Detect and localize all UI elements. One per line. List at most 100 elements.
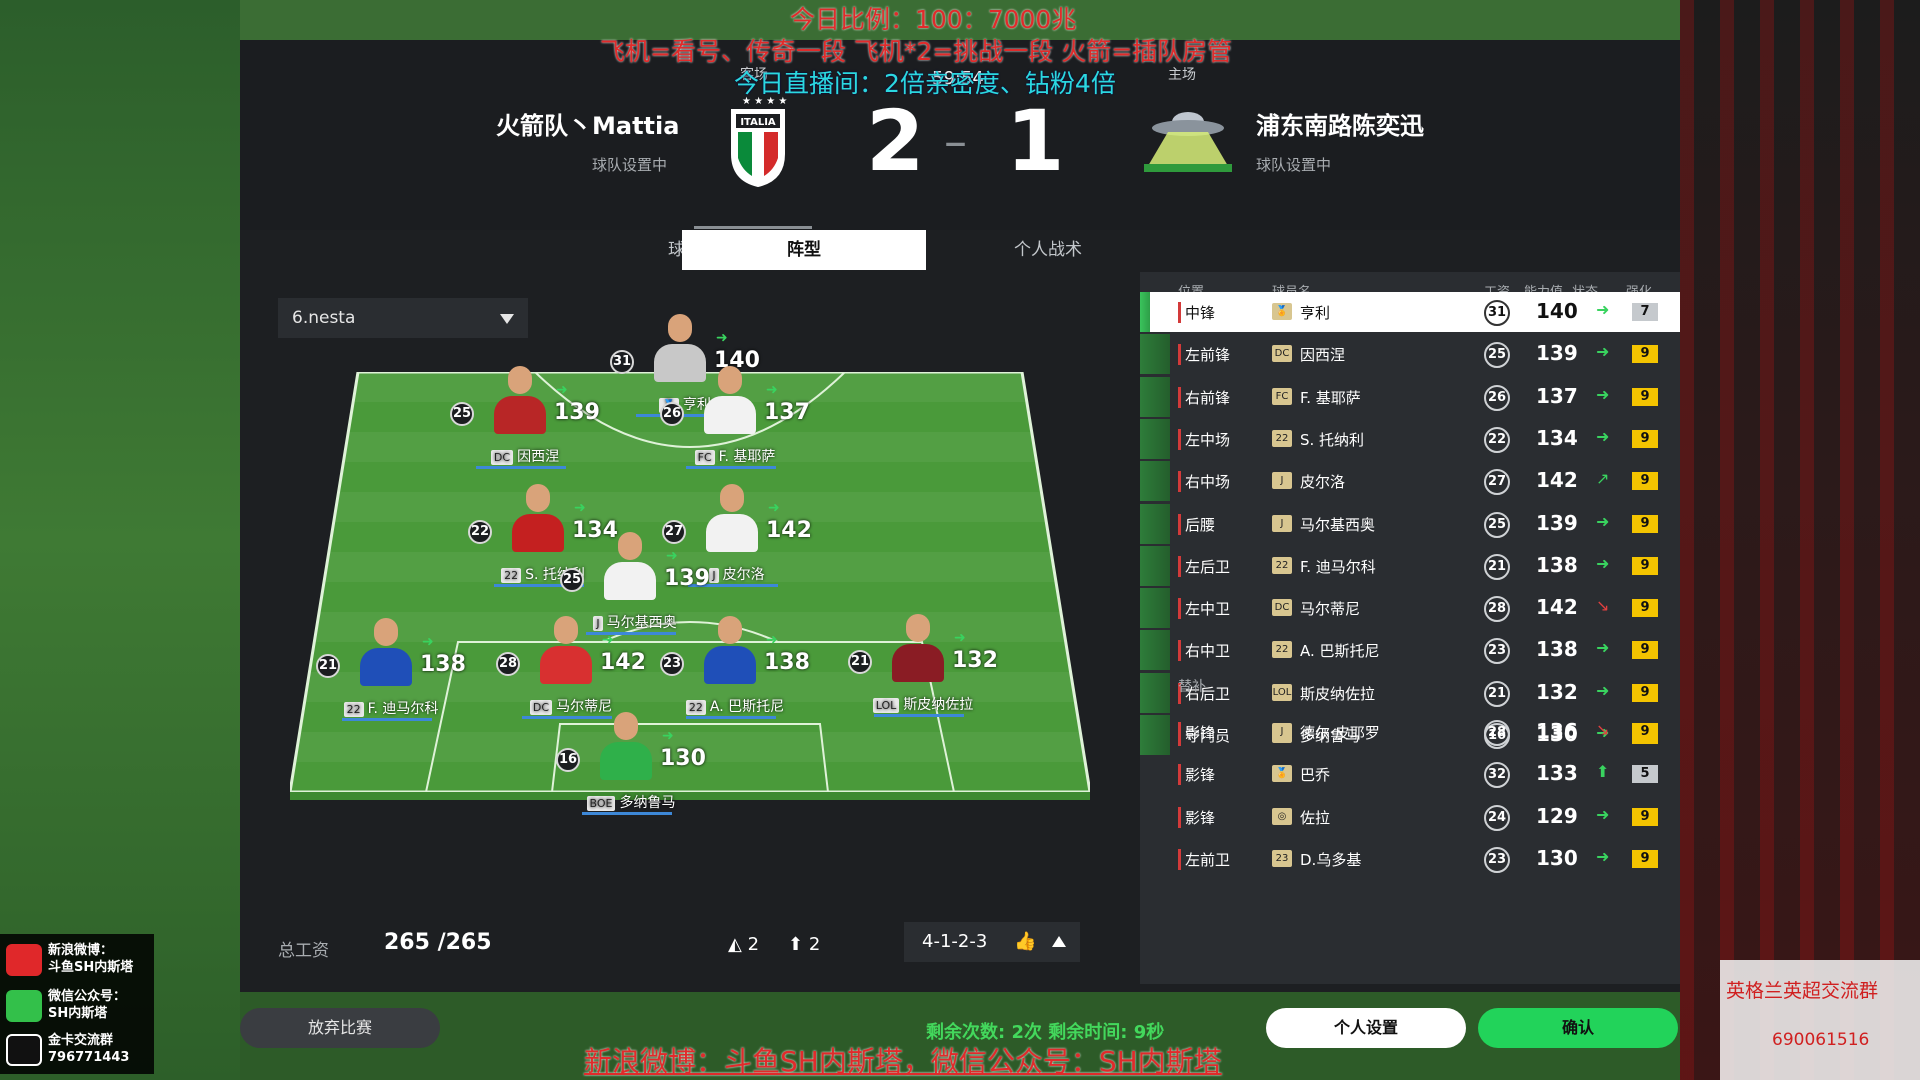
player-portrait	[886, 610, 950, 682]
starter-row[interactable]: 右中卫 22 A. 巴斯托尼 23 138 ➜ 9	[1140, 630, 1680, 671]
form-arrow-icon: ➜	[1596, 846, 1610, 866]
tab-individual-tactics[interactable]: 个人战术	[926, 230, 1170, 270]
chevron-up-icon[interactable]	[1052, 936, 1066, 947]
formation-preset-dropdown[interactable]: 6.nesta	[278, 298, 528, 338]
form-arrow-icon: ➜	[666, 548, 678, 564]
form-arrow-icon: ➜	[556, 382, 568, 398]
overlay-line-3: 今日直播间：2倍亲密度、钻粉4倍	[734, 69, 1116, 98]
player-rating: 139	[554, 400, 600, 425]
player-stamina-bar	[342, 718, 432, 721]
player-rating: 130	[660, 746, 706, 771]
form-arrow-icon: ➜	[662, 728, 674, 744]
starter-row[interactable]: 左中卫 DC 马尔蒂尼 28 142 ↘ 9	[1140, 588, 1680, 629]
club-badge-icon: DC	[490, 450, 514, 465]
player-wage: 23	[660, 652, 684, 676]
pitch-player[interactable]: ➜ 21 138 22 F. 迪马尔科	[306, 614, 466, 734]
pitch-player[interactable]: ➜ 16 130 BOE 多纳鲁马	[546, 708, 706, 828]
player-rating: 138	[1536, 637, 1578, 662]
player-rating: 139	[1536, 510, 1578, 535]
player-name: 因西涅	[1300, 346, 1346, 365]
club-badge-icon: J	[709, 568, 719, 583]
pitch-player[interactable]: ➜ 25 139 DC 因西涅	[440, 362, 600, 482]
pitch-player[interactable]: ➜ 21 132 LOL 斯皮纳佐拉	[838, 610, 998, 730]
right-promo-title: 英格兰英超交流群	[1726, 980, 1879, 1002]
starter-row[interactable]: 右后卫 LOL 斯皮纳佐拉 21 132 ➜ 9	[1140, 672, 1680, 713]
tactic-counter-2: ⬆ 2	[788, 934, 820, 955]
player-name: 皮尔洛	[722, 567, 765, 583]
starter-row[interactable]: 右中场 J 皮尔洛 27 142 ↗ 9	[1140, 461, 1680, 502]
player-position: 左后卫	[1178, 555, 1230, 577]
qq-promo: 金卡交流群 796771443	[4, 1028, 154, 1072]
form-arrow-icon: ↘	[1596, 720, 1610, 739]
row-stripe	[1140, 376, 1170, 417]
boost-level: 9	[1632, 807, 1658, 826]
row-stripe	[1140, 334, 1170, 375]
boost-level: 9	[1632, 683, 1658, 702]
starter-row[interactable]: 后腰 J 马尔基西奥 25 139 ➜ 9	[1140, 503, 1680, 544]
club-badge-icon: LOL	[1272, 683, 1292, 701]
player-position: 中锋	[1178, 302, 1215, 323]
abandon-match-button[interactable]: 放弃比赛	[240, 1008, 440, 1048]
club-badge-icon: J	[1272, 723, 1292, 740]
tab-formation[interactable]: 阵型	[682, 230, 926, 270]
right-team-name: 浦东南路陈奕迅	[1256, 112, 1424, 140]
form-arrow-icon: ➜	[768, 500, 780, 516]
player-name: D.乌多基	[1300, 850, 1362, 869]
tactic-count-2: 2	[808, 934, 821, 955]
starter-row[interactable]: 左后卫 22 F. 迪马尔科 21 138 ➜ 9	[1140, 545, 1680, 586]
ufo-crest-icon	[1144, 112, 1232, 172]
player-rating: 138	[764, 650, 810, 675]
form-arrow-icon: ➜	[1596, 426, 1610, 446]
starter-row[interactable]: 右前锋 FC F. 基耶萨 26 137 ➜ 9	[1140, 376, 1680, 417]
player-wage: 21	[1484, 553, 1510, 580]
qq-text: 金卡交流群 796771443	[48, 1033, 130, 1065]
player-position: 右中卫	[1178, 640, 1230, 662]
boost-level: 9	[1632, 514, 1658, 533]
pitch-player[interactable]: ➜ 26 137 FC F. 基耶萨	[650, 362, 810, 482]
player-name: 德尔·皮耶罗	[1300, 724, 1380, 742]
player-wage: 21	[848, 650, 872, 674]
player-wage: 25	[1484, 511, 1510, 538]
player-rating: 137	[764, 400, 810, 425]
sub-row[interactable]: 左前卫 23 D.乌多基 23 130 ➜ 9	[1140, 839, 1680, 879]
form-arrow-icon: ➜	[1596, 300, 1610, 319]
formation-selector[interactable]: 4-1-2-3 👍	[904, 922, 1080, 962]
boost-level: 9	[1632, 641, 1658, 660]
club-badge-icon: J	[1272, 514, 1292, 532]
player-rating: 137	[1536, 383, 1578, 408]
starter-row[interactable]: 左前锋 DC 因西涅 25 139 ➜ 9	[1140, 334, 1680, 375]
player-wage: 28	[1484, 596, 1510, 623]
confirm-button[interactable]: 确认	[1478, 1008, 1678, 1048]
player-position: 左中场	[1178, 428, 1230, 450]
player-wage: 23	[1484, 846, 1510, 873]
player-name: 巴乔	[1300, 766, 1331, 785]
player-name: F. 基耶萨	[1300, 388, 1361, 407]
boost-level: 9	[1632, 723, 1658, 741]
sub-row[interactable]: 影锋 🏅 巴乔 32 133 ⬆ 5	[1140, 754, 1680, 794]
boost-level: 9	[1632, 556, 1658, 575]
thumbs-up-icon[interactable]: 👍	[1014, 922, 1036, 962]
player-portrait	[354, 614, 418, 686]
dropdown-value: 6.nesta	[292, 308, 356, 328]
starter-row[interactable]: 左中场 22 S. 托纳利 22 134 ➜ 9	[1140, 418, 1680, 459]
club-badge-icon: ◎	[1272, 807, 1292, 825]
personal-settings-button[interactable]: 个人设置	[1266, 1008, 1466, 1048]
boost-level: 9	[1632, 387, 1658, 406]
overlay-line-1: 今日比例：100：7000兆	[790, 5, 1077, 34]
player-name-tag: 22 F. 迪马尔科	[326, 698, 456, 718]
club-badge-icon: LOL	[872, 698, 900, 713]
social-promo-box: 新浪微博： 斗鱼SH内斯塔 微信公众号： SH内斯塔 金卡交流群 7967714…	[0, 934, 154, 1074]
formation-value: 4-1-2-3	[922, 931, 988, 952]
row-stripe	[1140, 503, 1170, 544]
form-arrow-icon: ↗	[1596, 469, 1610, 489]
club-badge-icon: 22	[343, 702, 364, 717]
row-stripe	[1140, 418, 1170, 459]
form-arrow-icon: ⬆	[1596, 762, 1610, 782]
form-arrow-icon: ➜	[574, 500, 586, 516]
sub-row[interactable]: 影锋 ◎ 佐拉 24 129 ➜ 9	[1140, 797, 1680, 837]
club-badge-icon: 22	[1272, 429, 1292, 447]
boost-level: 9	[1632, 472, 1658, 491]
sub-row[interactable]: 影锋 J 德尔·皮耶罗 28 136 ↘ 9	[1140, 712, 1680, 752]
starter-row[interactable]: 中锋 🏅 亨利 31 140 ➜ 7	[1140, 292, 1680, 332]
player-wage: 28	[1484, 720, 1510, 746]
